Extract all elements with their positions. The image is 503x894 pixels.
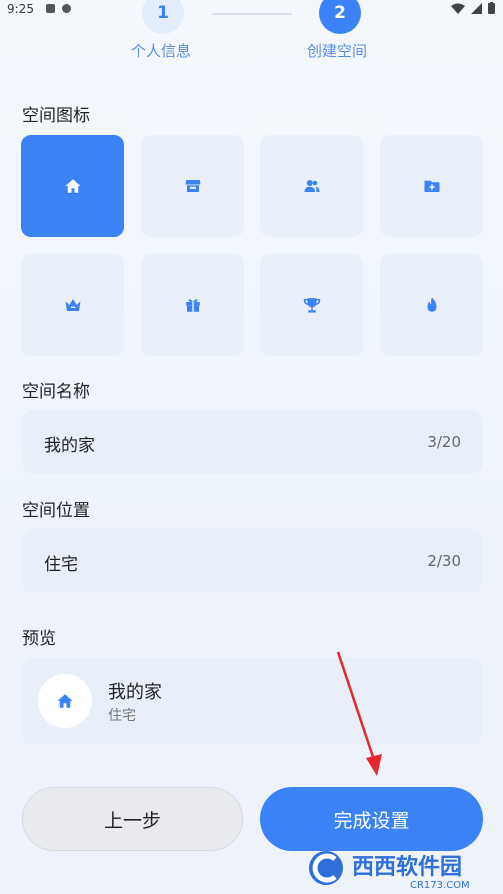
step-1-indicator: 1 [142, 0, 184, 34]
status-icons [451, 2, 495, 14]
space-location-field[interactable]: 住宅 2/30 [22, 529, 483, 593]
step-connector [212, 13, 292, 15]
finish-setup-button[interactable]: 完成设置 [260, 787, 483, 851]
icon-option-trophy[interactable] [260, 254, 363, 356]
preview-space-location: 住宅 [108, 708, 136, 724]
gift-icon [185, 299, 200, 312]
trophy-icon [303, 298, 320, 313]
shield-icon [62, 4, 71, 13]
preview-card: 我的家 住宅 [22, 658, 483, 745]
watermark-logo: 西西软件园 CR173.COM [309, 851, 470, 891]
watermark-url: CR173.COM [410, 880, 470, 891]
home-icon [65, 179, 80, 193]
icon-section-title: 空间图标 [22, 106, 90, 126]
folder-add-icon [424, 180, 439, 192]
space-name-char-count: 3/20 [427, 433, 461, 451]
battery-icon [488, 2, 495, 14]
watermark-text: 西西软件园 [352, 854, 462, 880]
wifi-icon [451, 3, 465, 14]
space-name-field[interactable]: 我的家 3/20 [22, 410, 483, 474]
previous-step-button[interactable]: 上一步 [22, 787, 243, 851]
space-name-input[interactable]: 我的家 [44, 431, 95, 456]
step-2-indicator: 2 [319, 0, 361, 34]
step-1-label: 个人信息 [131, 42, 192, 60]
notification-icon [46, 4, 55, 13]
fire-icon [427, 297, 436, 312]
icon-option-store[interactable] [141, 135, 244, 237]
status-time: 9:25 [7, 2, 34, 16]
crown-icon [65, 299, 80, 311]
icon-option-crown[interactable] [21, 254, 124, 356]
preview-space-name: 我的家 [108, 682, 162, 703]
icon-option-gift[interactable] [141, 254, 244, 356]
icon-option-home[interactable] [21, 135, 124, 237]
home-icon [57, 694, 73, 708]
preview-section-title: 预览 [22, 629, 56, 649]
name-section-title: 空间名称 [22, 382, 90, 402]
location-section-title: 空间位置 [22, 501, 90, 521]
icon-option-folder[interactable] [380, 135, 483, 237]
step-2-label: 创建空间 [307, 42, 368, 60]
icon-option-people[interactable] [260, 135, 363, 237]
store-icon [185, 180, 200, 192]
space-location-char-count: 2/30 [427, 552, 461, 570]
icon-option-fire[interactable] [380, 254, 483, 356]
space-location-input[interactable]: 住宅 [44, 550, 78, 575]
people-icon [304, 180, 319, 192]
signal-icon [471, 2, 482, 14]
annotation-arrow [336, 651, 382, 776]
preview-avatar [38, 674, 92, 728]
